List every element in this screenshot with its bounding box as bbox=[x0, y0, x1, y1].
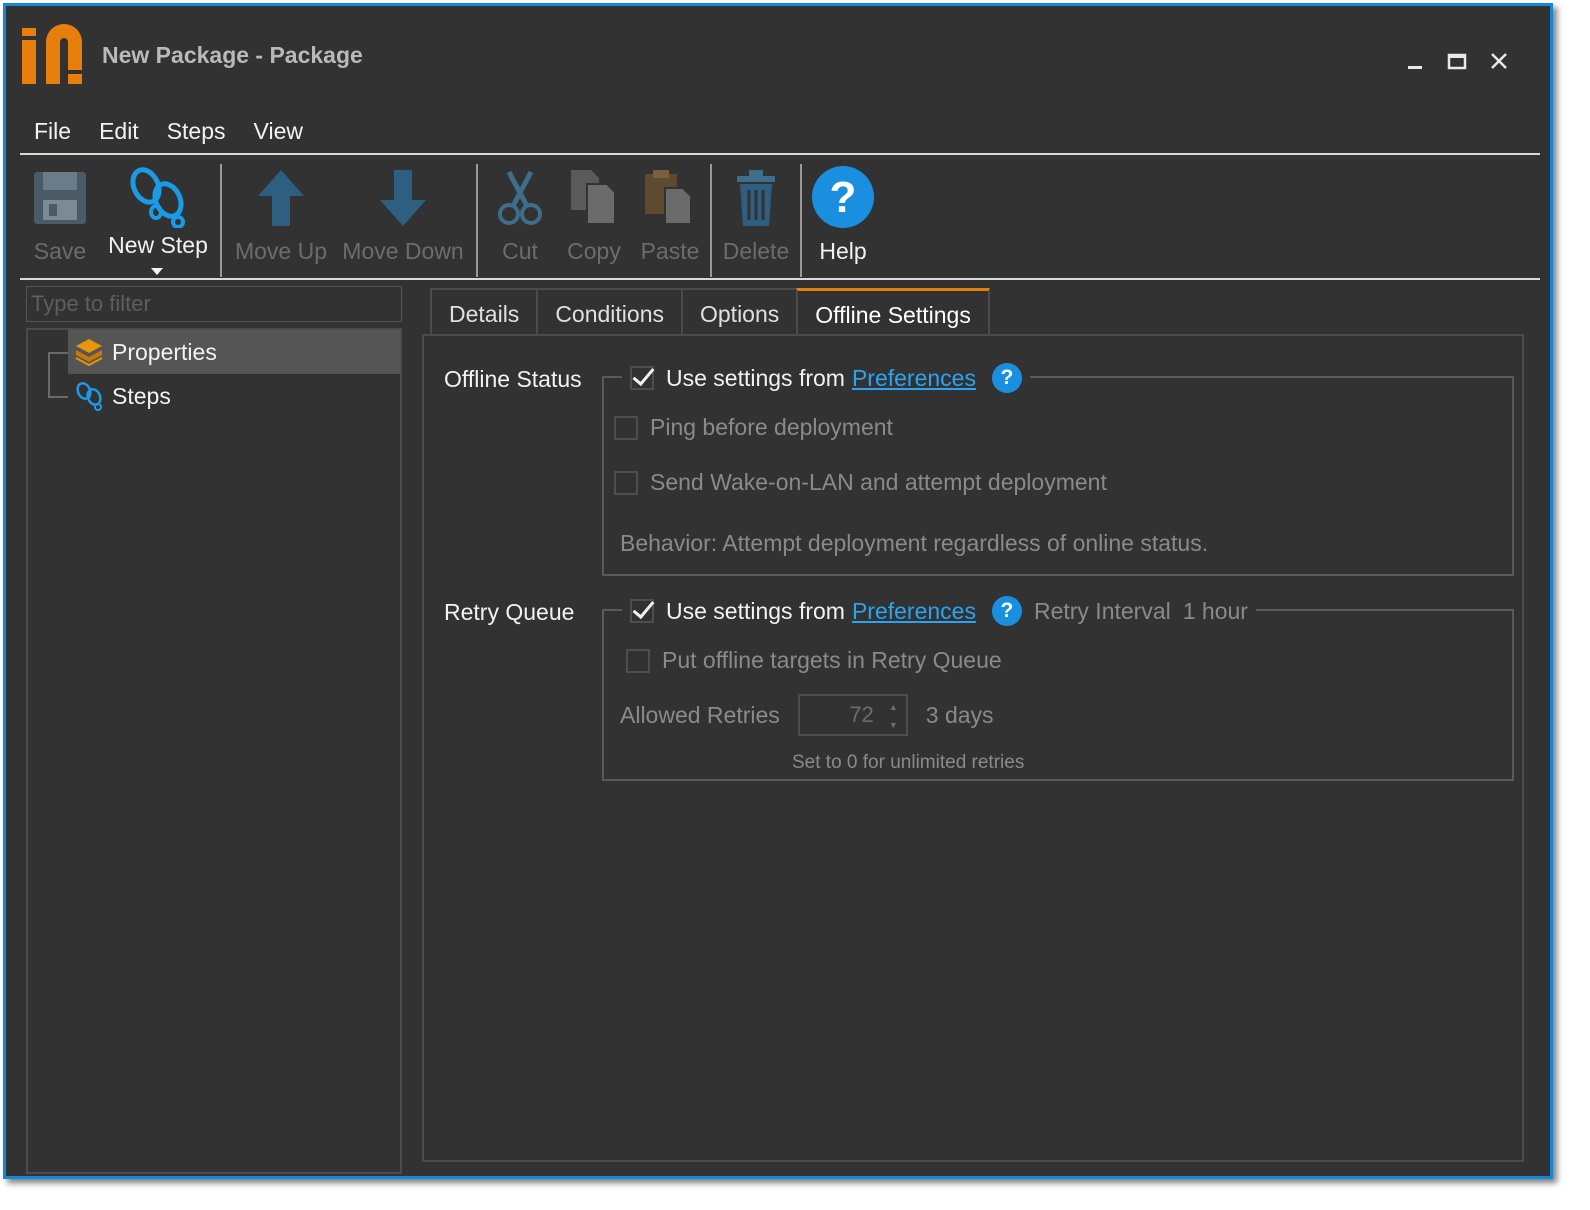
delete-label: Delete bbox=[722, 238, 790, 264]
preferences-link[interactable]: Preferences bbox=[852, 365, 976, 392]
filter-input[interactable] bbox=[26, 286, 402, 322]
box-icon bbox=[75, 339, 103, 367]
save-icon bbox=[34, 172, 86, 224]
ping-row: Ping before deployment bbox=[614, 414, 893, 441]
offline-status-label: Offline Status bbox=[444, 366, 582, 392]
move-down-label: Move Down bbox=[342, 238, 464, 264]
tab-offline-settings[interactable]: Offline Settings bbox=[796, 288, 990, 336]
move-down-button[interactable]: Move Down bbox=[336, 166, 470, 276]
use-preferences-checkbox[interactable] bbox=[630, 599, 654, 623]
app-window: New Package - Package File Edit Steps Vi… bbox=[3, 3, 1553, 1179]
wake-on-lan-label: Send Wake-on-LAN and attempt deployment bbox=[650, 469, 1107, 495]
copy-icon bbox=[571, 170, 616, 225]
menu-file[interactable]: File bbox=[20, 114, 85, 150]
wake-on-lan-checkbox[interactable] bbox=[614, 470, 638, 495]
tree-item-steps[interactable]: Steps bbox=[68, 374, 400, 418]
tab-content: Offline Status Use settings from Prefere… bbox=[422, 334, 1524, 1162]
tree-item-label: Properties bbox=[112, 338, 217, 365]
offline-status-legend: Use settings from Preferences ? bbox=[622, 358, 1030, 398]
dropdown-arrow-icon[interactable] bbox=[150, 266, 164, 276]
allowed-retries-duration: 3 days bbox=[925, 701, 994, 728]
use-preferences-checkbox[interactable] bbox=[630, 366, 654, 390]
menu-divider bbox=[20, 153, 1540, 155]
retry-queue-legend: Use settings from Preferences ? Retry In… bbox=[622, 591, 1256, 631]
allowed-retries-label: Allowed Retries bbox=[620, 701, 780, 728]
new-step-label: New Step bbox=[108, 232, 208, 258]
put-offline-label: Put offline targets in Retry Queue bbox=[662, 647, 1002, 673]
footprints-icon bbox=[130, 167, 185, 228]
trash-icon bbox=[737, 170, 775, 226]
cut-label: Cut bbox=[502, 238, 538, 264]
toolbar-separator bbox=[800, 164, 802, 277]
menu-edit[interactable]: Edit bbox=[85, 114, 153, 150]
allowed-retries-stepper[interactable]: 72 ▲ ▼ bbox=[797, 694, 908, 736]
tab-conditions[interactable]: Conditions bbox=[536, 288, 683, 336]
save-button[interactable]: Save bbox=[24, 166, 96, 276]
copy-button[interactable]: Copy bbox=[560, 166, 628, 276]
help-button[interactable]: ? Help bbox=[808, 166, 878, 276]
move-up-button[interactable]: Move Up bbox=[230, 166, 332, 276]
menu-view[interactable]: View bbox=[240, 114, 317, 150]
window-title: New Package - Package bbox=[102, 42, 363, 68]
new-step-button[interactable]: New Step bbox=[104, 166, 212, 276]
tree-item-label: Steps bbox=[112, 382, 171, 409]
tree-connector bbox=[48, 396, 68, 398]
put-offline-checkbox[interactable] bbox=[626, 648, 650, 673]
tree-view: Properties Steps bbox=[26, 328, 402, 1174]
preferences-link[interactable]: Preferences bbox=[852, 598, 976, 625]
app-logo-icon bbox=[22, 24, 82, 84]
menu-bar: File Edit Steps View bbox=[20, 114, 317, 150]
help-icon[interactable]: ? bbox=[991, 596, 1022, 626]
minimize-icon[interactable] bbox=[1400, 46, 1430, 76]
close-icon[interactable] bbox=[1484, 46, 1514, 76]
tab-bar: Details Conditions Options Offline Setti… bbox=[430, 288, 990, 336]
svg-text:?: ? bbox=[830, 173, 857, 222]
retry-queue-label: Retry Queue bbox=[444, 599, 575, 625]
paste-icon bbox=[645, 170, 692, 225]
paste-label: Paste bbox=[640, 238, 700, 264]
use-settings-text: Use settings from bbox=[666, 597, 845, 624]
increment-icon[interactable]: ▲ bbox=[889, 702, 898, 712]
tab-details[interactable]: Details bbox=[430, 288, 539, 336]
use-settings-text: Use settings from bbox=[666, 364, 845, 391]
toolbar-separator bbox=[220, 164, 222, 277]
move-up-label: Move Up bbox=[234, 238, 328, 264]
footprints-icon bbox=[76, 382, 102, 411]
arrow-up-icon bbox=[258, 170, 304, 226]
retries-hint: Set to 0 for unlimited retries bbox=[792, 752, 1025, 773]
save-label: Save bbox=[33, 238, 87, 264]
delete-button[interactable]: Delete bbox=[720, 166, 792, 276]
cut-button[interactable]: Cut bbox=[490, 166, 550, 276]
retry-interval-value: 1 hour bbox=[1182, 597, 1248, 624]
ping-label: Ping before deployment bbox=[650, 414, 893, 440]
retry-interval-label: Retry Interval bbox=[1033, 597, 1171, 624]
paste-button[interactable]: Paste bbox=[634, 166, 706, 276]
help-icon[interactable]: ? bbox=[991, 363, 1022, 393]
toolbar-divider bbox=[20, 278, 1540, 280]
decrement-icon[interactable]: ▼ bbox=[889, 720, 898, 730]
put-offline-row: Put offline targets in Retry Queue bbox=[626, 647, 1002, 674]
allowed-retries-row: Allowed Retries 72 ▲ ▼ 3 days bbox=[620, 694, 994, 736]
tree-connector bbox=[48, 352, 50, 396]
maximize-icon[interactable] bbox=[1442, 46, 1472, 76]
wake-row: Send Wake-on-LAN and attempt deployment bbox=[614, 469, 1107, 496]
toolbar-separator bbox=[710, 164, 712, 277]
behavior-text: Behavior: Attempt deployment regardless … bbox=[620, 530, 1209, 556]
tree-connector bbox=[48, 352, 68, 354]
copy-label: Copy bbox=[567, 238, 621, 264]
help-icon: ? bbox=[812, 166, 874, 228]
toolbar-separator bbox=[476, 164, 478, 277]
scissors-icon bbox=[498, 170, 542, 225]
ping-checkbox[interactable] bbox=[614, 415, 638, 440]
arrow-down-icon bbox=[380, 170, 426, 226]
tab-options[interactable]: Options bbox=[681, 288, 799, 336]
menu-steps[interactable]: Steps bbox=[153, 114, 240, 150]
tree-item-properties[interactable]: Properties bbox=[68, 330, 400, 374]
help-label: Help bbox=[819, 238, 867, 264]
allowed-retries-value: 72 bbox=[849, 702, 874, 727]
